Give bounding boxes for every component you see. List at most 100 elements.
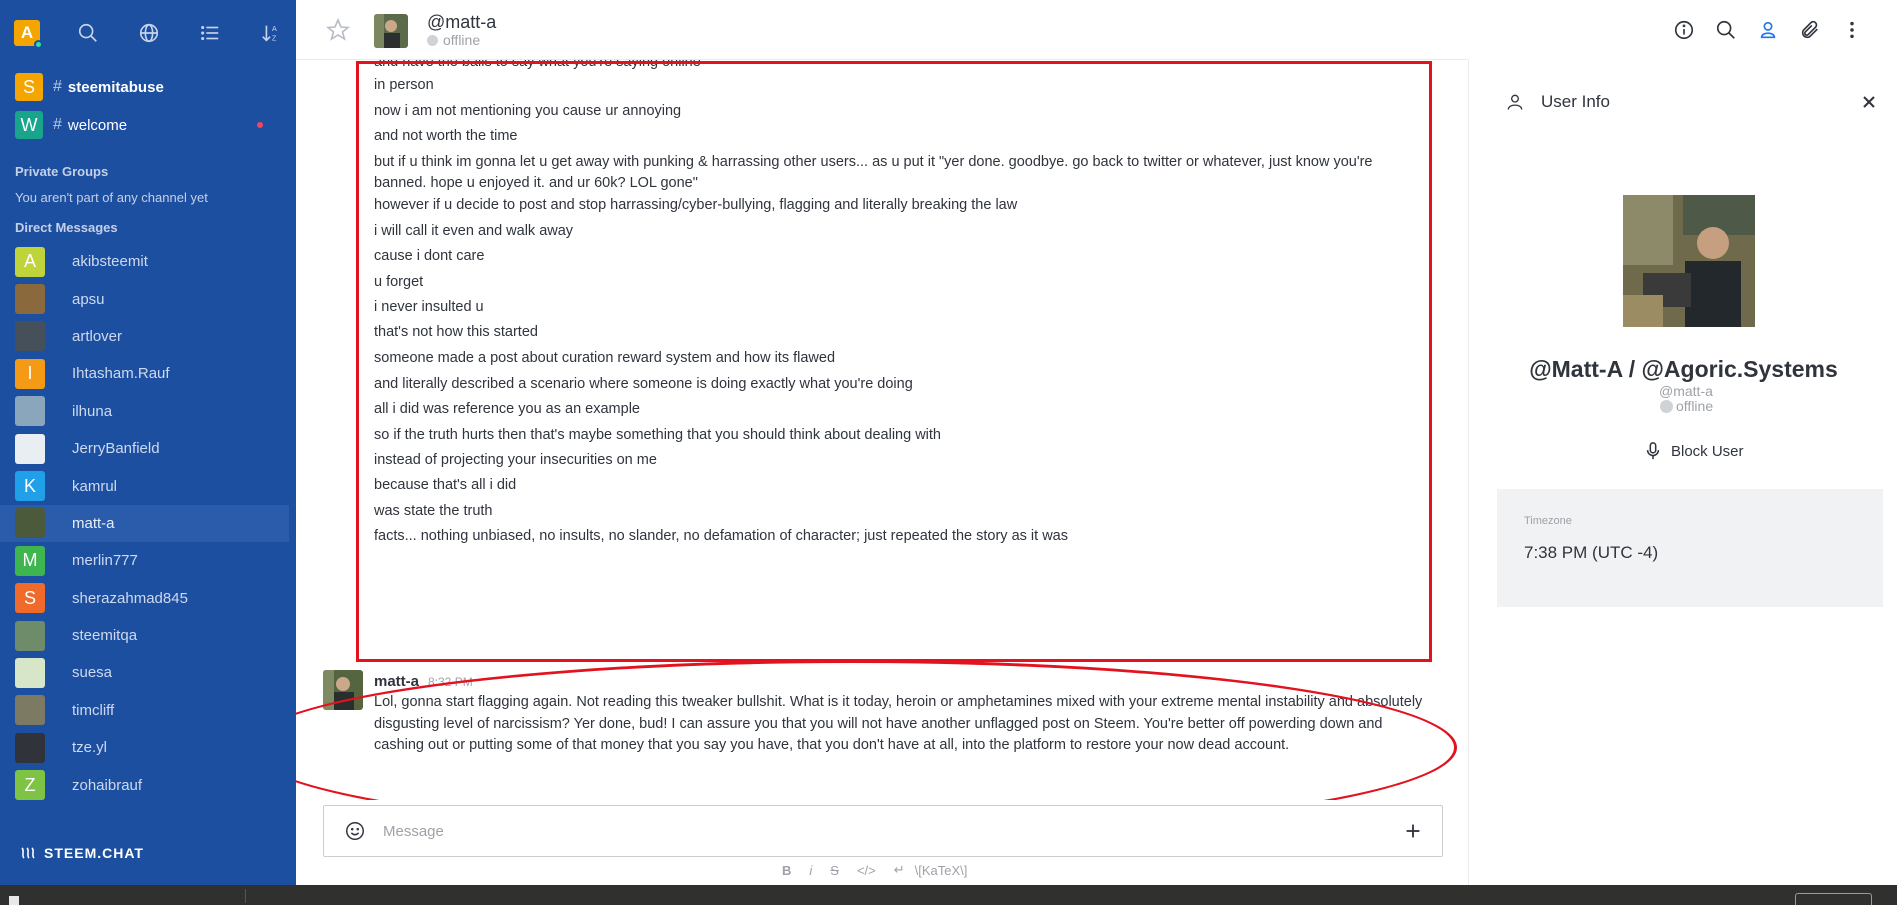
- file-icon[interactable]: [9, 896, 19, 905]
- taskbar-divider: [245, 889, 246, 903]
- search-icon[interactable]: [1714, 18, 1738, 42]
- sidebar-item-artlover[interactable]: artlover: [0, 318, 296, 355]
- timezone-value: 7:38 PM (UTC -4): [1524, 543, 1659, 562]
- message-avatar[interactable]: [323, 670, 363, 710]
- sidebar-toolbar: A AZ: [0, 0, 296, 66]
- os-taskbar: [0, 885, 1897, 905]
- dm-avatar: M: [15, 545, 45, 576]
- message-line: was state the truth: [374, 503, 493, 519]
- user-info-panel: User Info @Matt-A / @Agoric.Systems @mat…: [1468, 60, 1897, 885]
- message-list[interactable]: and have the balls to say what you're sa…: [296, 60, 1468, 800]
- paperclip-icon[interactable]: [1798, 18, 1822, 42]
- offline-status-dot: [1660, 399, 1673, 413]
- code-button[interactable]: </>: [857, 863, 876, 878]
- sidebar-item-ilhuna[interactable]: ilhuna: [0, 393, 296, 430]
- message-line: because that's all i did: [374, 477, 517, 493]
- strike-button[interactable]: S: [830, 863, 839, 878]
- sidebar-item-apsu[interactable]: apsu: [0, 280, 296, 317]
- app-window: A AZ S # steemitabuse W # welcome Private Gro…: [0, 0, 1897, 905]
- message-line: cause i dont care: [374, 248, 485, 264]
- profile-status-text: offline: [1676, 398, 1714, 414]
- sidebar-item-kamrul[interactable]: Kkamrul: [0, 467, 296, 504]
- dm-avatar: I: [15, 358, 45, 389]
- profile-username: @matt-a: [1659, 383, 1713, 399]
- room-main: @matt-a offline and have the balls to sa…: [296, 0, 1468, 885]
- sidebar-item-ihtasham-rauf[interactable]: I Ihtasham.Rauf: [0, 355, 296, 392]
- sidebar-item-tze-yl[interactable]: tze.yl: [0, 729, 296, 766]
- dm-avatar: S: [15, 583, 45, 614]
- message-line: so if the truth hurts then that's maybe …: [374, 427, 942, 443]
- sidebar-item-sherazahmad845[interactable]: Ssherazahmad845: [0, 580, 296, 617]
- star-icon[interactable]: [325, 17, 351, 42]
- channel-avatar: S: [15, 73, 43, 101]
- emoji-icon[interactable]: [344, 820, 366, 842]
- timezone-label: Timezone: [1524, 515, 1572, 527]
- sidebar-item-label: matt-a: [72, 514, 115, 532]
- sidebar-item-akibsteemit[interactable]: Aakibsteemit: [0, 243, 296, 280]
- italic-button[interactable]: i: [809, 863, 812, 878]
- block-user-label: Block User: [1671, 442, 1744, 460]
- sidebar-item-label: timcliff: [72, 701, 115, 719]
- dm-avatar: [15, 657, 45, 688]
- message-username[interactable]: matt-a: [374, 673, 419, 690]
- user-avatar[interactable]: A: [14, 20, 43, 49]
- message-body: Lol, gonna start flagging again. Not rea…: [374, 694, 1423, 753]
- panel-title: User Info: [1541, 92, 1610, 111]
- profile-status: offline: [1660, 398, 1713, 414]
- globe-icon[interactable]: [136, 20, 162, 46]
- sidebar-item-label: welcome: [67, 116, 128, 134]
- user-icon[interactable]: [1756, 18, 1780, 42]
- sidebar-item-timcliff[interactable]: timcliff: [0, 692, 296, 729]
- sidebar-item-jerrybanfield[interactable]: JerryBanfield: [0, 430, 296, 467]
- user-icon: [1507, 94, 1523, 110]
- sidebar-item-suesa[interactable]: suesa: [0, 654, 296, 691]
- sidebar-item-matt-a[interactable]: matt-a: [0, 504, 289, 543]
- bold-button[interactable]: B: [782, 863, 791, 878]
- sidebar-item-merlin777[interactable]: Mmerlin777: [0, 542, 296, 579]
- message-line: however if u decide to post and stop har…: [374, 197, 1018, 213]
- microphone-icon: [1646, 442, 1660, 460]
- unread-indicator: [257, 122, 263, 128]
- sidebar-item-steemitqa[interactable]: steemitqa: [0, 617, 296, 654]
- brand-logo: STEEM.CHAT: [20, 845, 144, 861]
- sidebar-item-steemitabuse[interactable]: S # steemitabuse: [0, 68, 296, 106]
- plus-icon[interactable]: [1402, 820, 1424, 842]
- katex-button[interactable]: \[KaTeX\]: [915, 863, 968, 878]
- sidebar-item-welcome[interactable]: W # welcome: [0, 106, 296, 144]
- dm-avatar: [15, 695, 45, 726]
- private-groups-title: Private Groups: [15, 164, 109, 179]
- room-status-text: offline: [443, 32, 481, 48]
- offline-status-dot: [427, 34, 438, 46]
- message-line: that's not how this started: [374, 324, 538, 340]
- message-line: i never insulted u: [374, 299, 484, 315]
- dm-avatar: [15, 321, 45, 352]
- message-line: but if u think im gonna let u get away w…: [374, 154, 1373, 191]
- close-icon[interactable]: [1861, 94, 1879, 112]
- dm-avatar: [15, 284, 45, 315]
- search-icon[interactable]: [75, 20, 101, 46]
- dm-avatar: K: [15, 471, 45, 502]
- message-line: i will call it even and walk away: [374, 223, 574, 239]
- taskbar-button[interactable]: [1795, 893, 1872, 905]
- sidebar-item-label: apsu: [72, 290, 105, 308]
- dm-avatar: [15, 620, 45, 651]
- message-line: facts... nothing unbiased, no insults, n…: [374, 528, 1068, 544]
- sidebar-item-zohaibrauf[interactable]: Zzohaibrauf: [0, 766, 296, 803]
- list-icon[interactable]: [197, 20, 223, 46]
- message-line: and not worth the time: [374, 128, 518, 144]
- block-user-button[interactable]: Block User: [1645, 442, 1744, 460]
- timezone-card: Timezone 7:38 PM (UTC -4): [1497, 489, 1883, 607]
- newline-button[interactable]: ↵: [894, 862, 905, 878]
- channel-list: S # steemitabuse W # welcome: [0, 68, 296, 144]
- message-input[interactable]: [383, 822, 1402, 840]
- profile-name: @Matt-A / @Agoric.Systems: [1529, 356, 1838, 382]
- dm-avatar: A: [15, 246, 45, 277]
- info-icon[interactable]: [1672, 18, 1696, 42]
- kebab-icon[interactable]: [1840, 18, 1864, 42]
- sidebar-item-label: kamrul: [72, 477, 118, 495]
- message-line: and have the balls to say what you're sa…: [374, 60, 701, 70]
- room-avatar[interactable]: [374, 14, 408, 48]
- sidebar-item-label: steemitabuse: [67, 78, 164, 96]
- sort-icon[interactable]: AZ: [258, 20, 284, 46]
- sidebar-item-label: tze.yl: [72, 739, 108, 757]
